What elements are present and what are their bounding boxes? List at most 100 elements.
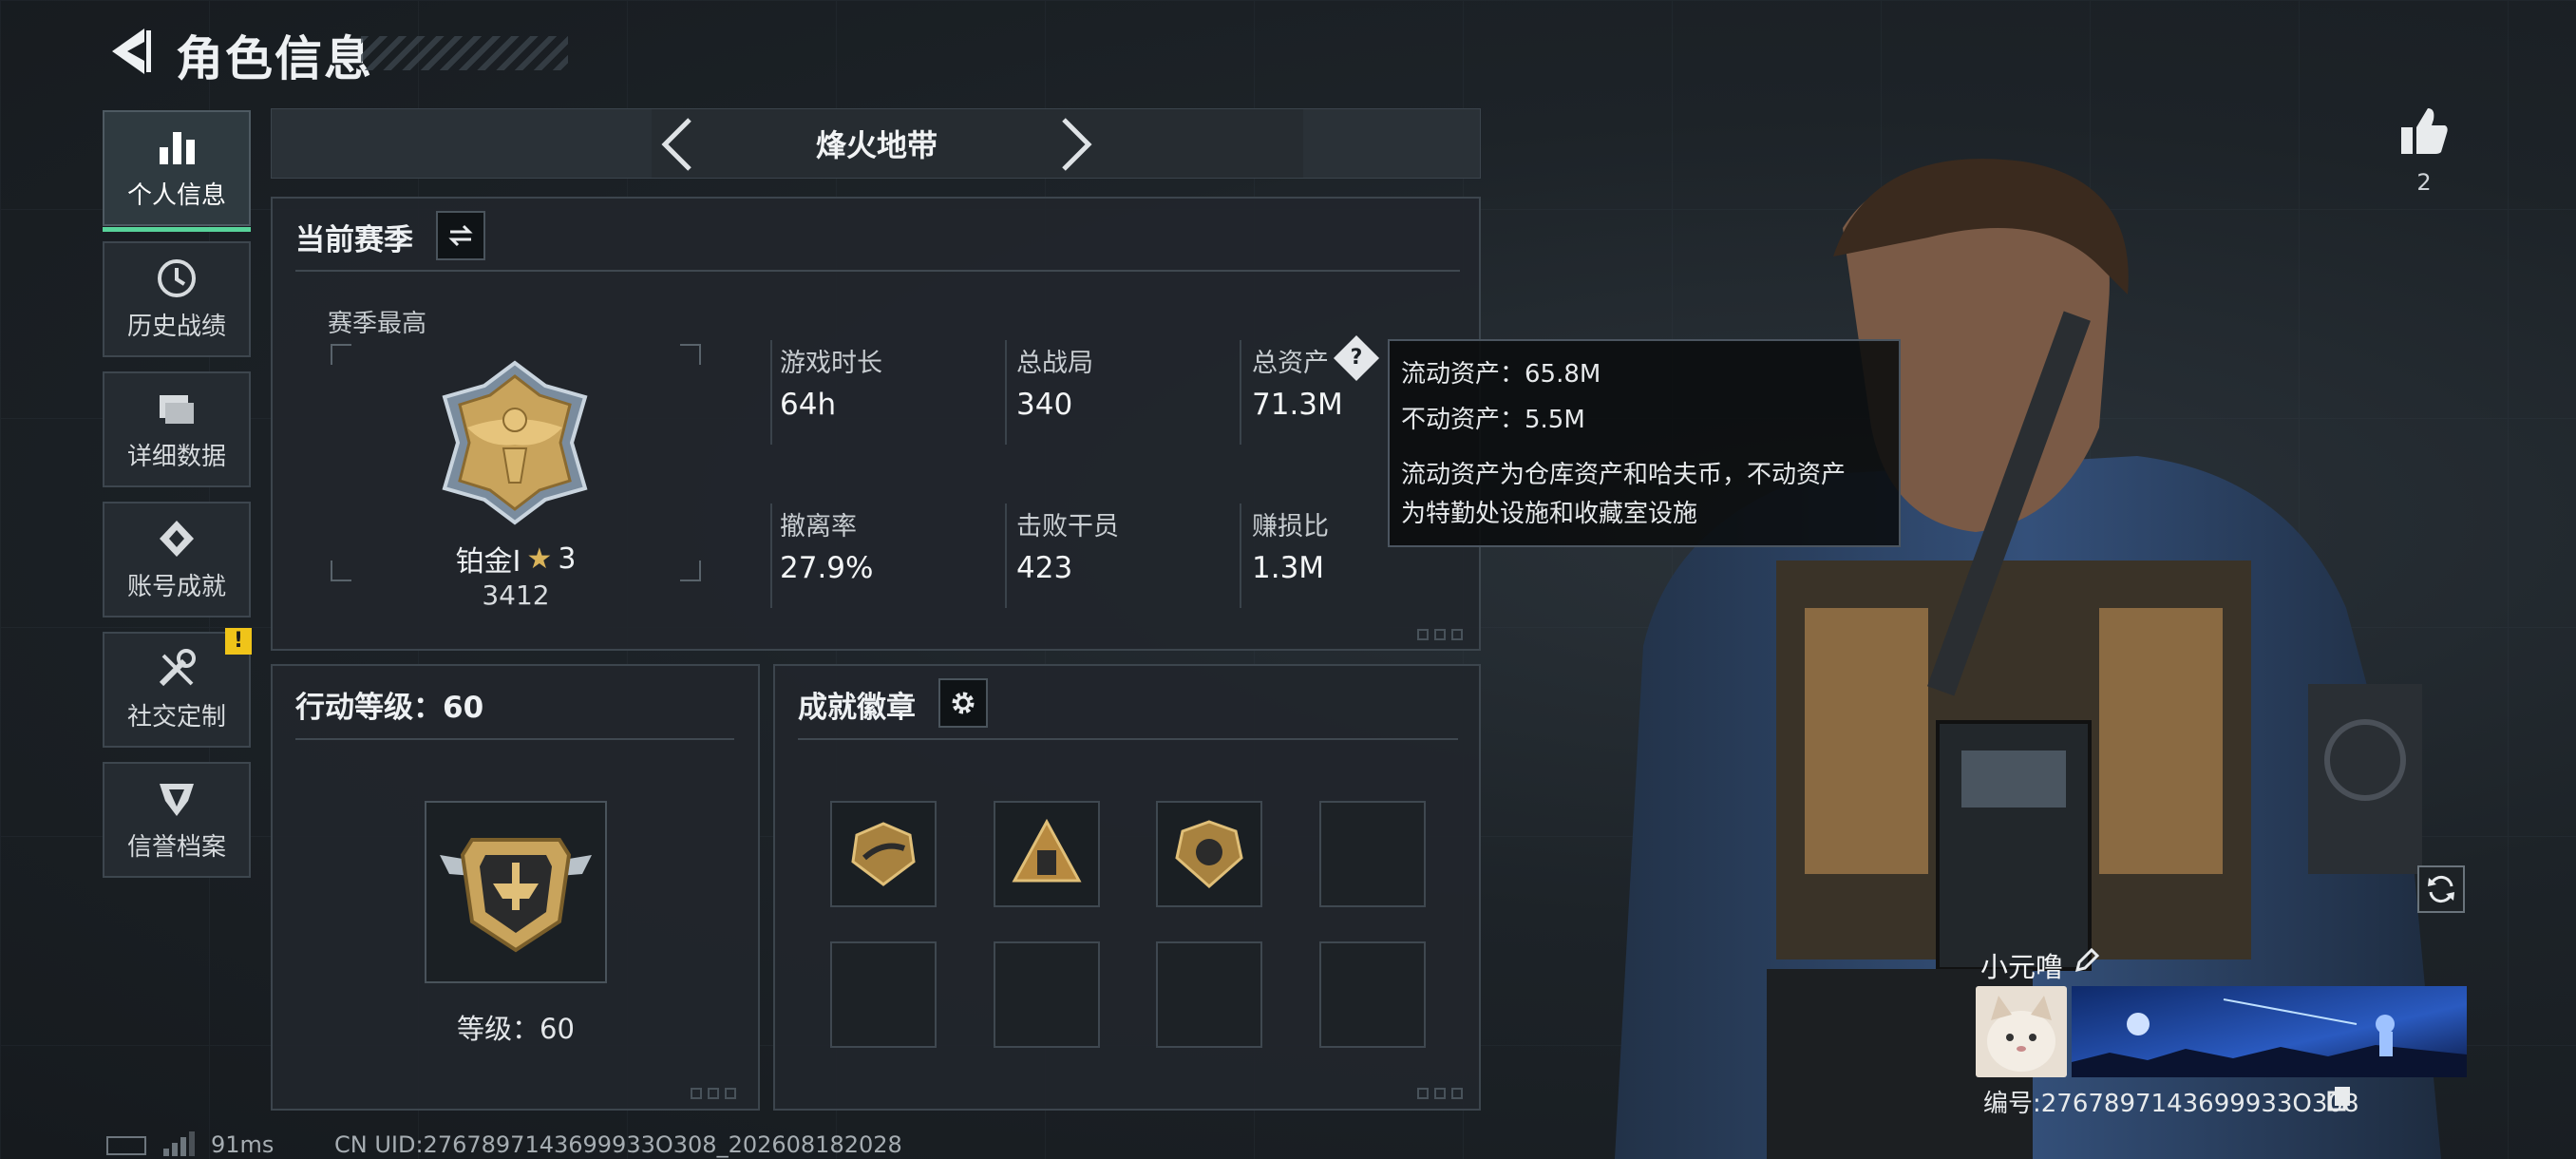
rank-name: 铂金Ⅰ: [455, 545, 521, 579]
thumbs-up-icon[interactable]: [2397, 104, 2451, 158]
panel-deco: [1434, 1088, 1446, 1099]
switch-season-button[interactable]: [436, 211, 485, 260]
page-title: 角色信息: [176, 31, 373, 86]
star-icon: ★: [526, 542, 553, 576]
badge-icon: [851, 822, 916, 886]
frame-corner: [331, 560, 351, 581]
stat-label-profit-loss: 赚损比: [1252, 512, 1329, 542]
sidebar-item-history[interactable]: 历史战绩: [103, 241, 251, 357]
stat-value-operators-defeated: 423: [1016, 551, 1073, 585]
stat-value-total-assets: 71.3M: [1252, 388, 1343, 422]
stat-value-extraction-rate: 27.9%: [780, 551, 874, 585]
player-id: 编号:2767897143699933O308: [1983, 1090, 2359, 1118]
tooltip-liquid-assets: 流动资产：65.8M: [1401, 360, 1601, 389]
mode-label: 烽火地带: [815, 127, 938, 163]
sidebar-item-personal-info[interactable]: 个人信息: [103, 110, 251, 232]
badge-slot[interactable]: [994, 801, 1100, 907]
help-icon-glyph: ?: [1350, 346, 1363, 370]
badge-slot-empty[interactable]: [1319, 941, 1426, 1048]
panel-deco: [1417, 629, 1429, 640]
badge-slot-empty[interactable]: [1156, 941, 1262, 1048]
divider: [798, 738, 1458, 740]
rotate-icon: [2428, 875, 2454, 903]
sidebar-item-achievements[interactable]: 账号成就: [103, 502, 251, 618]
divider: [295, 270, 1460, 272]
badge-slot-empty[interactable]: [830, 941, 937, 1048]
copy-icon[interactable]: [2327, 1085, 2352, 1112]
frame-corner: [680, 344, 701, 365]
frame-corner: [680, 560, 701, 581]
gear-icon: [952, 692, 975, 714]
reputation-icon: [160, 783, 194, 816]
signal-icon: [163, 1131, 195, 1156]
badge-slot-empty[interactable]: [1319, 801, 1426, 907]
sidebar-item-label: 信誉档案: [126, 832, 226, 862]
rank-emblem: [442, 360, 588, 525]
sidebar-item-label: 个人信息: [126, 180, 226, 210]
panel-deco: [1417, 1088, 1429, 1099]
back-arrow-icon[interactable]: [103, 23, 156, 80]
stat-label-extraction-rate: 撤离率: [780, 512, 857, 542]
rank-stars: 3: [558, 542, 577, 576]
badge-slot[interactable]: [1156, 801, 1262, 907]
edit-icon[interactable]: [2073, 946, 2101, 975]
wrench-screwdriver-icon: [159, 648, 196, 686]
level-emblem: [440, 838, 592, 953]
badge-settings-button[interactable]: [938, 678, 988, 728]
stat-divider: [770, 340, 772, 445]
stat-divider: [770, 504, 772, 608]
player-name: 小元噜: [1980, 951, 2064, 983]
alert-badge: !: [225, 628, 252, 655]
stat-value-profit-loss: 1.3M: [1252, 551, 1325, 585]
ping-value: 91ms: [211, 1131, 275, 1158]
profile-banner: [2072, 986, 2467, 1077]
chevron-left-icon[interactable]: [655, 116, 699, 173]
badge-slot-empty[interactable]: [994, 941, 1100, 1048]
avatar[interactable]: [1976, 986, 2067, 1077]
panel-deco: [691, 1088, 702, 1099]
rotate-button[interactable]: [2417, 865, 2465, 913]
panel-deco: [1451, 629, 1463, 640]
panel-deco: [708, 1088, 719, 1099]
stat-value-total-matches: 340: [1016, 388, 1073, 422]
bar-chart-icon: [160, 131, 195, 164]
panel-deco: [725, 1088, 736, 1099]
badge-slot[interactable]: [830, 801, 937, 907]
level-caption: 等级：60: [457, 1013, 575, 1045]
stat-label-total-assets: 总资产: [1252, 349, 1329, 378]
sidebar-item-label: 账号成就: [126, 572, 226, 601]
stat-divider: [1005, 340, 1007, 445]
swap-icon: [448, 224, 473, 247]
folder-icon: [160, 394, 194, 424]
frame-corner: [331, 344, 351, 365]
badge-icon: [1012, 818, 1082, 883]
level-title: 行动等级：60: [295, 691, 484, 725]
sidebar-item-detailed-data[interactable]: 详细数据: [103, 371, 251, 487]
tooltip-description-2: 为特勤处设施和收藏室设施: [1401, 500, 1698, 528]
rank-points: 3412: [482, 580, 550, 611]
chevron-right-icon[interactable]: [1054, 116, 1098, 173]
tooltip-description-1: 流动资产为仓库资产和哈夫币，不动资产: [1401, 461, 1847, 489]
sidebar-item-label: 历史战绩: [126, 312, 226, 341]
uid-text: CN UID:2767897143699933O308_202608182028: [334, 1131, 902, 1158]
stat-label-play-time: 游戏时长: [780, 349, 882, 378]
sidebar-item-reputation[interactable]: 信誉档案: [103, 762, 251, 878]
season-title: 当前赛季: [295, 223, 413, 257]
stat-divider: [1240, 504, 1241, 608]
stat-divider: [1240, 340, 1241, 445]
title-decoration: [361, 36, 568, 70]
season-best-label: 赛季最高: [328, 310, 427, 338]
badges-title: 成就徽章: [798, 691, 916, 725]
stat-label-total-matches: 总战局: [1016, 349, 1093, 378]
sidebar-item-label: 社交定制: [126, 702, 226, 732]
sidebar-item-label: 详细数据: [126, 442, 226, 471]
stat-divider: [1005, 504, 1007, 608]
divider: [295, 738, 734, 740]
clock-icon: [158, 258, 196, 297]
rank-label: 铂金Ⅰ ★ 3: [416, 538, 616, 580]
badge-icon: [1175, 820, 1243, 889]
battery-icon: [106, 1136, 146, 1155]
panel-deco: [1451, 1088, 1463, 1099]
stat-label-operators-defeated: 击败干员: [1016, 512, 1119, 542]
panel-deco: [1434, 629, 1446, 640]
